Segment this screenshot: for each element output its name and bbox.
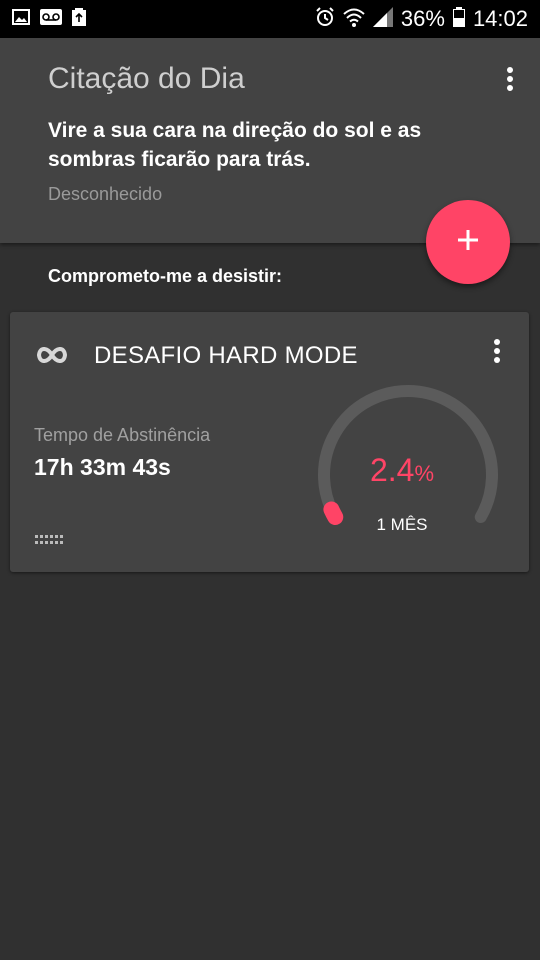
challenge-title: DESAFIO HARD MODE bbox=[94, 342, 358, 369]
wifi-icon bbox=[343, 7, 365, 32]
status-bar: 36% 14:02 bbox=[0, 0, 540, 38]
quote-title: Citação do Dia bbox=[48, 62, 245, 95]
section-label: Comprometo-me a desistir: bbox=[48, 266, 283, 286]
abstinence-time: 17h 33m 43s bbox=[34, 454, 171, 480]
battery-percent: 36% bbox=[400, 6, 445, 31]
recycle-icon bbox=[72, 7, 86, 31]
card-overflow-menu-icon[interactable] bbox=[489, 338, 505, 366]
voicemail-icon bbox=[40, 8, 62, 30]
quote-text: Vire a sua cara na direção do sol e as s… bbox=[48, 119, 422, 171]
status-time: 14:02 bbox=[472, 6, 528, 31]
goal-label: 1 MÊS bbox=[376, 515, 428, 534]
image-icon bbox=[12, 8, 30, 30]
quote-overflow-menu-icon[interactable] bbox=[502, 66, 518, 94]
progress-percentage-unit: % bbox=[414, 461, 435, 486]
progress-percentage: 2.4% bbox=[302, 452, 502, 489]
signal-icon bbox=[372, 6, 393, 32]
challenge-card[interactable]: DESAFIO HARD MODE Tempo de Abstinência 1… bbox=[10, 312, 529, 572]
progress-percentage-value: 2.4 bbox=[369, 452, 415, 488]
plus-icon bbox=[456, 228, 480, 257]
quote-author: Desconhecido bbox=[48, 184, 163, 204]
battery-icon bbox=[452, 6, 465, 32]
abstinence-label: Tempo de Abstinência bbox=[34, 425, 211, 445]
alarm-icon bbox=[315, 6, 335, 32]
infinity-icon bbox=[34, 342, 70, 368]
drag-handle-icon[interactable] bbox=[35, 532, 65, 544]
add-button[interactable] bbox=[426, 200, 510, 284]
